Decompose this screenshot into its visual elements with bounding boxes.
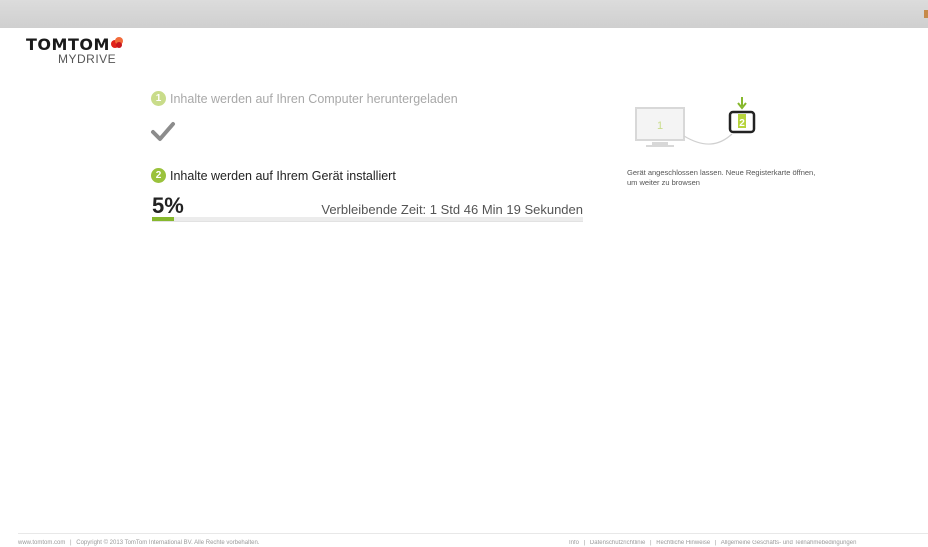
step-1-badge: 1 (151, 91, 166, 106)
footer-separator: | (714, 540, 717, 546)
checkmark-icon (151, 122, 175, 141)
info-link[interactable]: Info (569, 540, 579, 546)
footer-separator: | (649, 540, 652, 546)
computer-to-device-illustration: 1 2 (635, 97, 756, 147)
browser-top-bar (0, 0, 928, 28)
progress-bar (152, 217, 583, 222)
privacy-policy-link[interactable]: Datenschutzrichtlinie (590, 540, 645, 546)
step-2-label: Inhalte werden auf Ihrem Gerät installie… (170, 168, 396, 183)
terms-link[interactable]: Allgemeine Geschäfts- und Teilnahmebedin… (721, 540, 857, 546)
copyright-text: Copyright © 2013 TomTom International BV… (76, 540, 260, 546)
footer-separator: | (583, 540, 586, 546)
tomtom-mydrive-logo[interactable]: TOMTOM MYDRIVE (26, 35, 136, 66)
footer-separator: | (70, 540, 72, 546)
progress-percent: 5% (152, 193, 184, 218)
footer-divider (18, 533, 928, 534)
progress-bar-fill (152, 217, 174, 221)
footer-left: www.tomtom.com | Copyright © 2013 TomTom… (18, 540, 262, 546)
step-2-badge: 2 (151, 168, 166, 183)
time-remaining: Verbleibende Zeit: 1 Std 46 Min 19 Sekun… (321, 202, 583, 217)
device-number: 2 (739, 118, 745, 129)
tomtom-hands-icon (111, 37, 123, 48)
step-install: 2 Inhalte werden auf Ihrem Gerät install… (151, 168, 396, 183)
footer-links: Info | Datenschutzrichtlinie | Rechtlich… (569, 540, 928, 546)
computer-number: 1 (657, 120, 663, 132)
top-bar-corner-marker (924, 10, 928, 18)
tomtom-website-link[interactable]: www.tomtom.com (18, 540, 65, 546)
legal-notice-link[interactable]: Rechtliche Hinweise (656, 540, 710, 546)
keep-connected-hint: Gerät angeschlossen lassen. Neue Registe… (627, 168, 816, 187)
step-download: 1 Inhalte werden auf Ihren Computer heru… (151, 91, 458, 106)
product-name: MYDRIVE (58, 52, 117, 66)
step-1-label: Inhalte werden auf Ihren Computer herunt… (170, 91, 458, 106)
